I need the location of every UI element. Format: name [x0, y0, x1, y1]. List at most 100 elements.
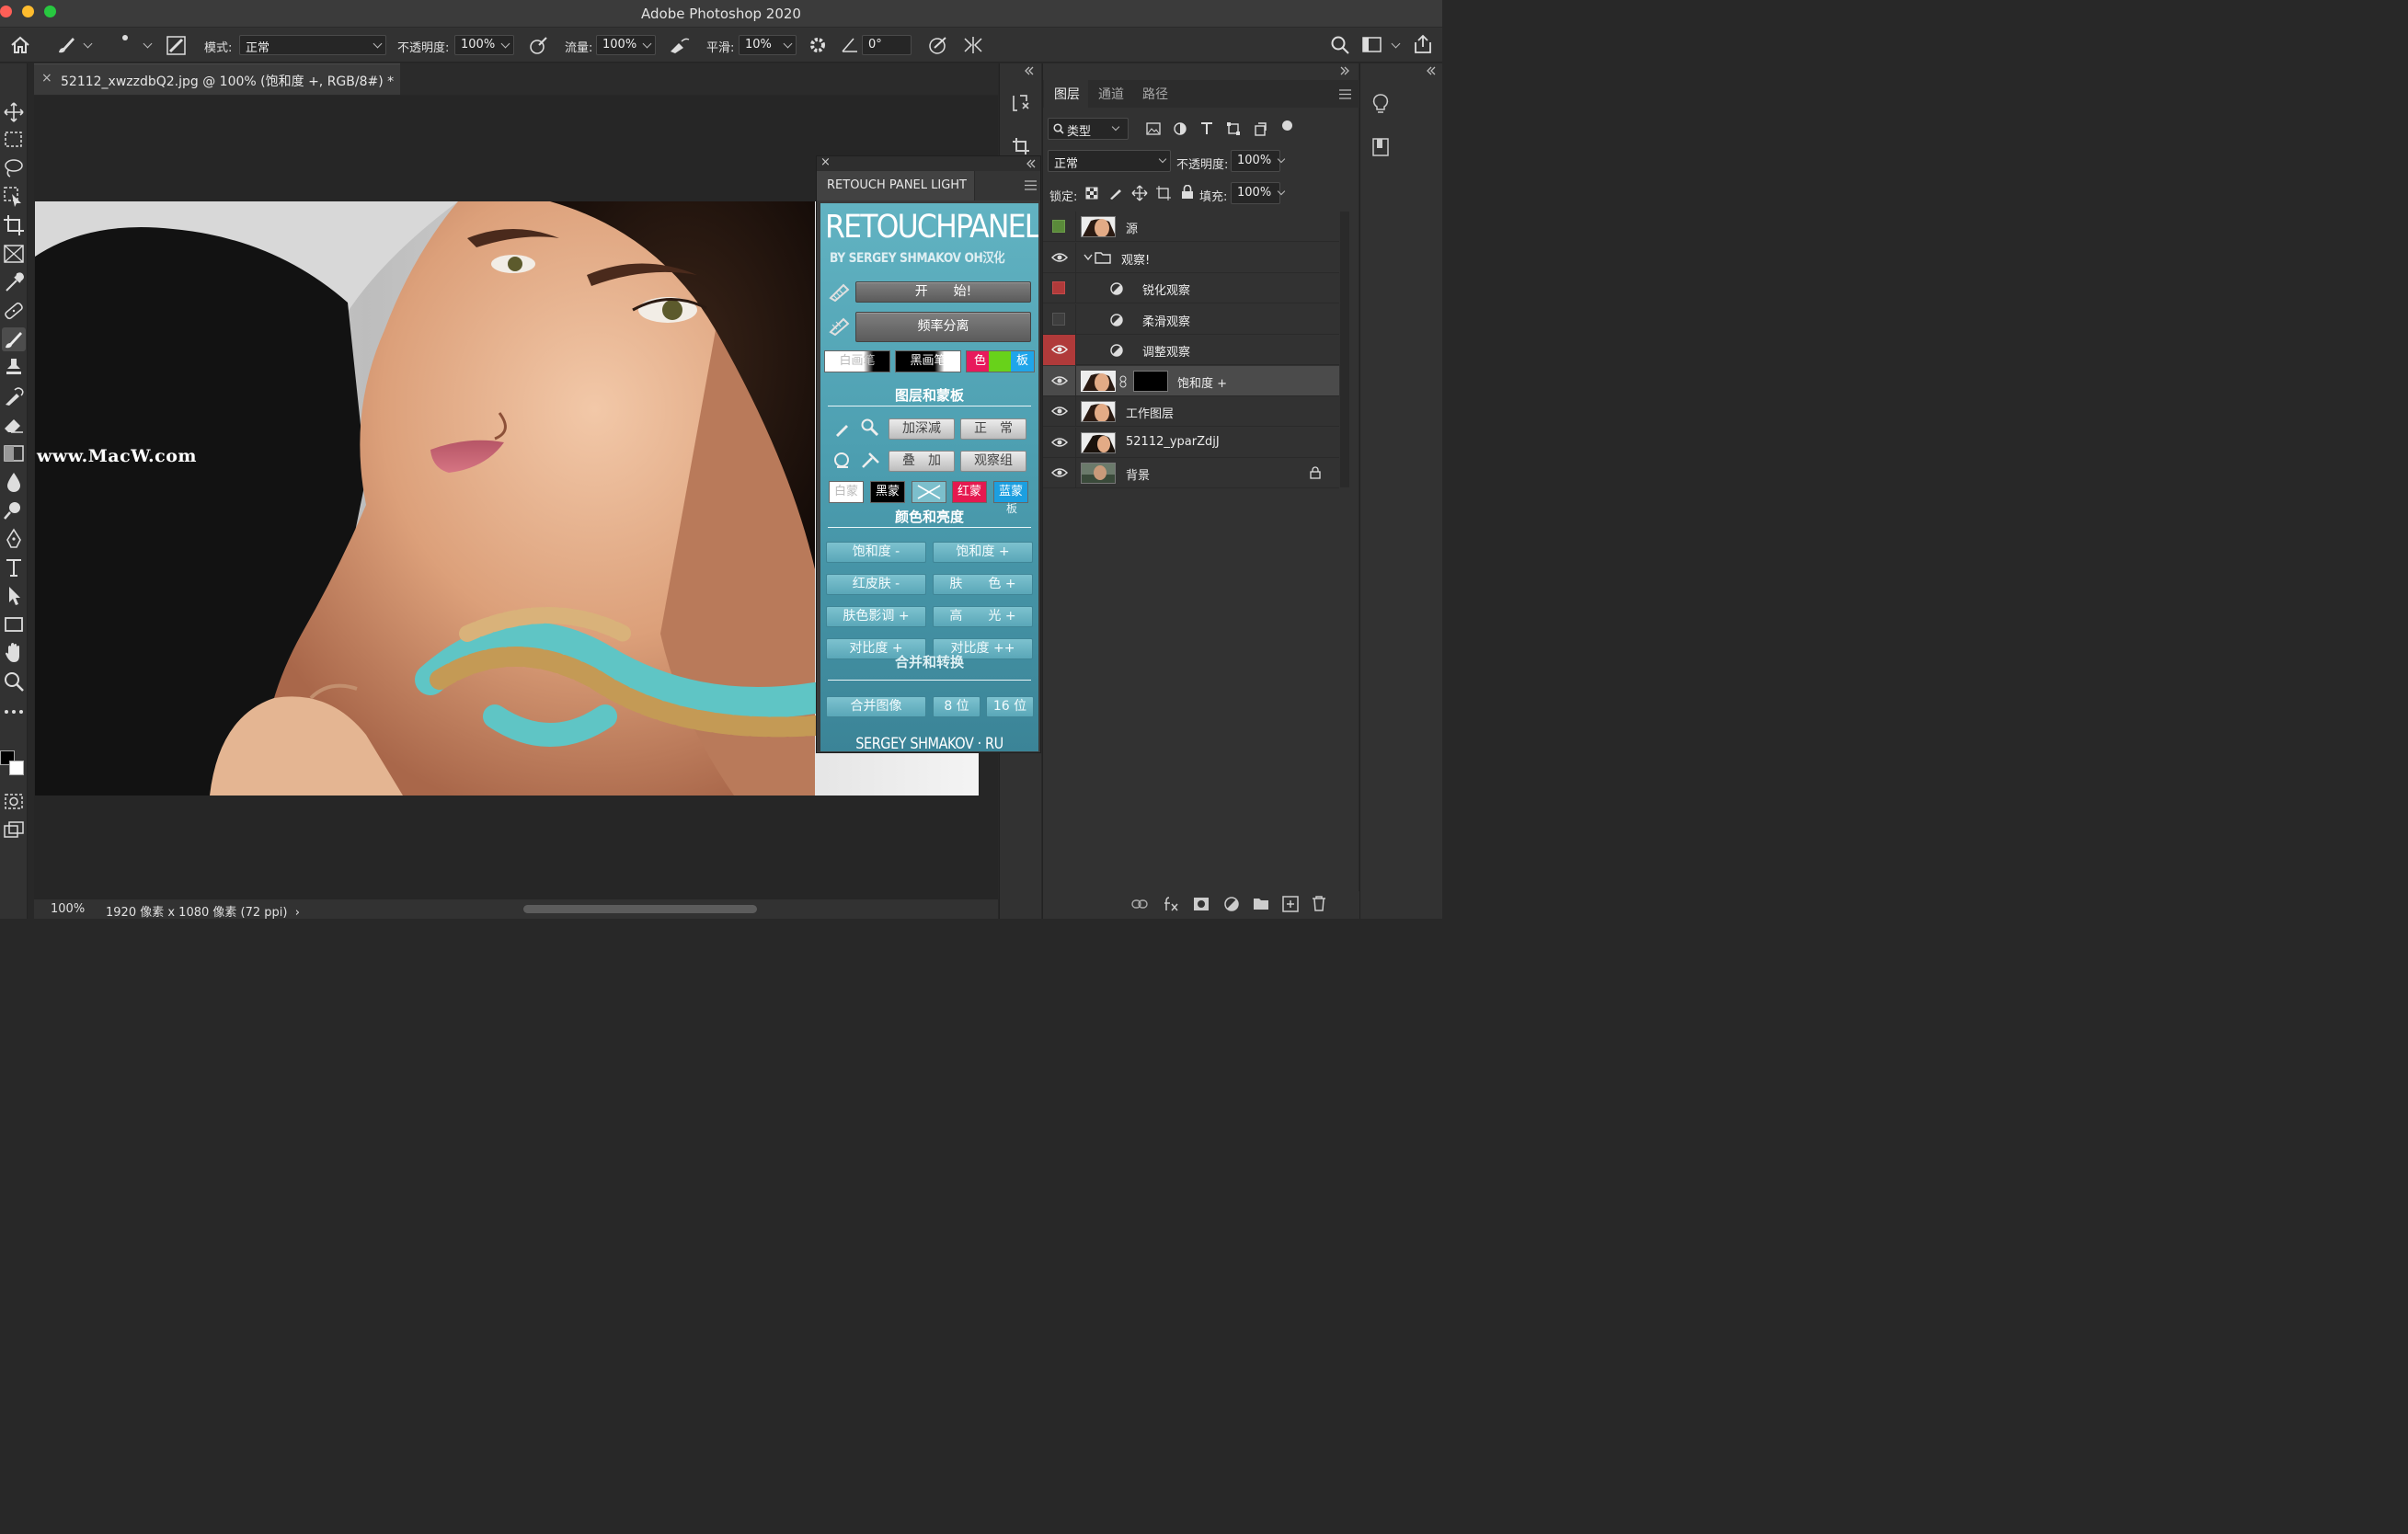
quick-mask-icon[interactable] — [2, 790, 26, 814]
layer-name[interactable]: 调整观察 — [1142, 342, 1190, 360]
gear-icon[interactable] — [808, 35, 828, 55]
close-icon[interactable]: × — [41, 71, 52, 86]
normal-mode-button[interactable]: 正 常 — [960, 418, 1026, 440]
layer-visibility-toggle[interactable] — [1043, 273, 1076, 303]
layer-row[interactable]: 源 — [1043, 212, 1339, 242]
layers-menu-icon[interactable] — [1339, 89, 1351, 99]
chevron-down-icon[interactable] — [1084, 254, 1093, 261]
tab-paths[interactable]: 路径 — [1142, 85, 1168, 103]
brush-tool-icon[interactable] — [2, 327, 26, 351]
panel-menu-icon[interactable] — [1025, 180, 1037, 190]
tab-retouch-panel[interactable]: RETOUCH PANEL LIGHT — [817, 171, 975, 200]
crop-tool-icon[interactable] — [2, 213, 26, 237]
eye-icon[interactable] — [1051, 252, 1068, 263]
home-icon[interactable] — [10, 36, 30, 54]
history-brush-tool-icon[interactable] — [2, 384, 26, 408]
lasso-tool-icon[interactable] — [2, 156, 26, 180]
8-bit-button[interactable]: 8 位 — [933, 696, 980, 717]
horizontal-scrollbar[interactable] — [523, 905, 757, 913]
black-mask-button[interactable]: 黑蒙 — [870, 481, 905, 503]
black-brush-button[interactable]: 黑画笔 — [895, 350, 961, 372]
mode-select[interactable]: 正常 — [239, 35, 386, 55]
expand-panels-icon[interactable] — [1339, 66, 1350, 75]
new-adjustment-icon[interactable] — [1223, 896, 1240, 912]
eye-icon[interactable] — [1051, 375, 1068, 386]
layer-name[interactable]: 52112_yparZdjJ — [1126, 435, 1220, 449]
brush-preset-chevron-icon[interactable] — [83, 39, 93, 49]
start-button[interactable]: 开 始! — [855, 281, 1031, 303]
dodge-burn-button[interactable]: 加深减 — [889, 418, 955, 440]
layer-row[interactable]: 调整观察 — [1043, 335, 1339, 365]
blend-mode-select[interactable]: 正常 — [1048, 150, 1171, 172]
lock-transparency-icon[interactable] — [1085, 187, 1098, 200]
zoom-level[interactable]: 100% — [51, 902, 85, 916]
layer-name[interactable]: 源 — [1126, 219, 1138, 236]
lock-artboard-icon[interactable] — [1156, 186, 1171, 200]
layer-visibility-toggle[interactable] — [1043, 212, 1076, 242]
path-selection-tool-icon[interactable] — [2, 584, 26, 608]
merge-image-button[interactable]: 合并图像 — [826, 696, 926, 717]
marquee-tool-icon[interactable] — [2, 128, 26, 152]
share-icon[interactable] — [1412, 33, 1434, 55]
smartobject-filter-icon[interactable] — [1253, 121, 1267, 136]
layer-opacity-field[interactable]: 100% — [1231, 150, 1280, 172]
chevron-right-icon[interactable]: › — [295, 906, 300, 920]
saturation-minus-button[interactable]: 饱和度 - — [826, 542, 926, 563]
hand-tool-icon[interactable] — [2, 641, 26, 665]
layers-scrollbar[interactable] — [1340, 212, 1349, 487]
layer-visibility-toggle[interactable] — [1043, 335, 1076, 365]
layer-name[interactable]: 锐化观察 — [1142, 280, 1190, 298]
workspace-chevron-icon[interactable] — [1391, 39, 1401, 49]
search-icon[interactable] — [1330, 35, 1350, 55]
document-size-info[interactable]: 1920 像素 x 1080 像素 (72 ppi) › — [106, 902, 300, 920]
pressure-opacity-icon[interactable] — [528, 35, 550, 55]
move-tool-icon[interactable] — [2, 100, 26, 124]
workspace-icon[interactable] — [1362, 36, 1382, 54]
layer-mask-thumbnail[interactable] — [1133, 371, 1168, 392]
angle-field[interactable]: 0° — [862, 35, 912, 55]
eye-icon[interactable] — [1051, 437, 1068, 448]
document-title[interactable]: 52112_xwzzdbQ2.jpg @ 100% (饱和度 +, RGB/8#… — [61, 72, 394, 90]
document-tab[interactable]: × 52112_xwzzdbQ2.jpg @ 100% (饱和度 +, RGB/… — [34, 63, 400, 95]
layer-visibility-toggle[interactable] — [1043, 366, 1076, 396]
add-mask-icon[interactable] — [1193, 897, 1210, 911]
view-group-button[interactable]: 观察组 — [960, 451, 1026, 472]
fill-field[interactable]: 100% — [1231, 182, 1280, 204]
white-mask-button[interactable]: 白蒙 — [829, 481, 864, 503]
highlight-plus-button[interactable]: 高 光 + — [933, 606, 1033, 627]
type-tool-icon[interactable] — [2, 555, 26, 579]
eye-icon[interactable] — [1051, 344, 1068, 355]
layer-name[interactable]: 工作图层 — [1126, 404, 1174, 421]
more-tools-icon[interactable] — [2, 700, 26, 724]
new-layer-icon[interactable] — [1282, 896, 1299, 912]
overlay-button[interactable]: 叠 加 — [889, 451, 955, 472]
zoom-tool-icon[interactable] — [2, 670, 26, 693]
rectangle-tool-icon[interactable] — [2, 612, 26, 636]
layer-row[interactable]: 52112_yparZdjJ — [1043, 428, 1339, 458]
16-bit-button[interactable]: 16 位 — [986, 696, 1034, 717]
skin-tone-plus-button[interactable]: 肤色影调 + — [826, 606, 926, 627]
layer-row[interactable]: 背景 — [1043, 458, 1339, 488]
eye-icon[interactable] — [1051, 406, 1068, 417]
gradient-tool-icon[interactable] — [2, 441, 26, 465]
libraries-icon[interactable] — [1371, 137, 1390, 157]
symmetry-icon[interactable] — [962, 35, 984, 55]
layer-row[interactable]: 锐化观察 — [1043, 273, 1339, 303]
new-group-icon[interactable] — [1253, 897, 1269, 911]
healing-brush-tool-icon[interactable] — [2, 299, 26, 323]
link-layers-icon[interactable] — [1131, 899, 1148, 910]
saturation-plus-button[interactable]: 饱和度 + — [933, 542, 1033, 563]
layer-row[interactable]: 观察! — [1043, 243, 1339, 273]
white-brush-button[interactable]: 白画笔 — [824, 350, 890, 372]
tab-channels[interactable]: 通道 — [1098, 85, 1124, 103]
filter-toggle-icon[interactable] — [1282, 120, 1292, 131]
link-icon[interactable] — [1119, 375, 1127, 388]
image-filter-icon[interactable] — [1146, 122, 1161, 135]
layer-visibility-toggle[interactable] — [1043, 428, 1076, 458]
tab-layers[interactable]: 图层 — [1054, 85, 1080, 103]
shape-filter-icon[interactable] — [1226, 121, 1241, 136]
pen-tool-icon[interactable] — [2, 527, 26, 551]
blur-tool-icon[interactable] — [2, 470, 26, 494]
learn-lightbulb-icon[interactable] — [1371, 93, 1390, 115]
brush-tool-icon[interactable] — [55, 35, 77, 55]
